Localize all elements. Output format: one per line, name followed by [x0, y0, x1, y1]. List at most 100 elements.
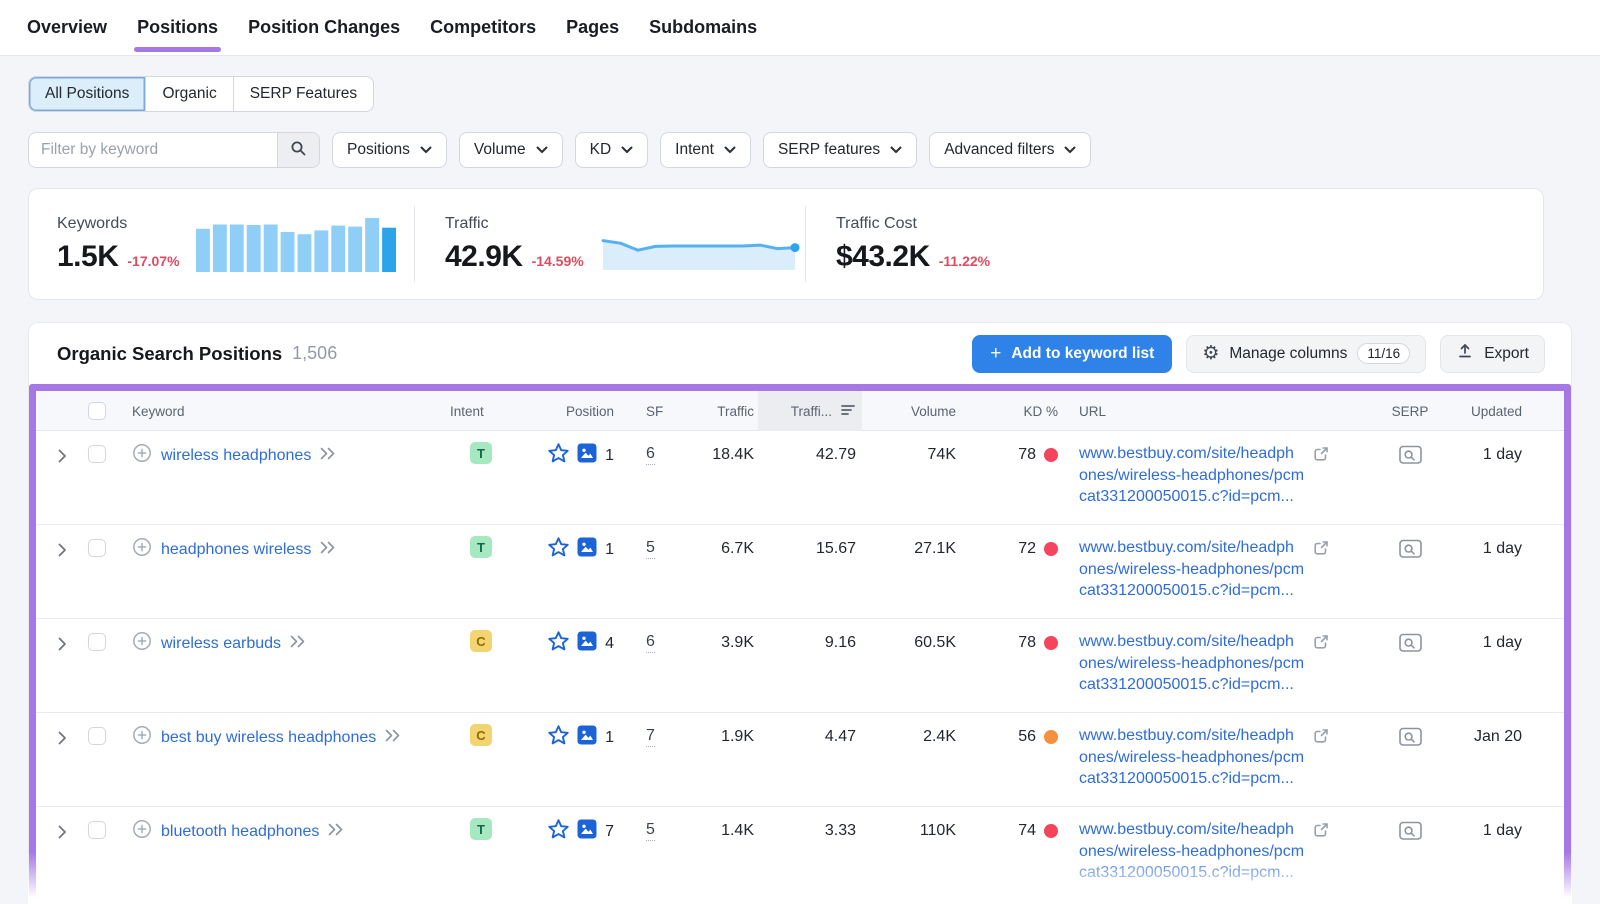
serp-features-count[interactable]: 6 — [646, 445, 655, 465]
star-serp-feature-icon — [548, 725, 569, 750]
positions-table-card: Organic Search Positions 1,506 + Add to … — [28, 322, 1572, 904]
external-link-icon[interactable] — [1312, 727, 1330, 750]
keyword-link[interactable]: best buy wireless headphones — [161, 729, 376, 747]
keyword-filter-input[interactable] — [29, 133, 277, 167]
add-to-keyword-list-button[interactable]: + Add to keyword list — [972, 335, 1172, 373]
double-chevron-icon[interactable] — [385, 729, 401, 747]
column-header-url[interactable]: URL — [1062, 404, 1372, 419]
row-checkbox[interactable] — [88, 539, 106, 557]
row-checkbox[interactable] — [88, 821, 106, 839]
url-link[interactable]: www.bestbuy.com/site/headphones/wireless… — [1079, 631, 1304, 696]
export-button[interactable]: Export — [1440, 335, 1545, 373]
column-header-position[interactable]: Position — [512, 404, 646, 419]
external-link-icon[interactable] — [1312, 633, 1330, 656]
tab-competitors[interactable]: Competitors — [430, 0, 536, 55]
filter-bar: Positions Volume KD Intent SERP features Adva… — [28, 132, 1572, 168]
search-icon — [290, 140, 307, 160]
segment-all-positions[interactable]: All Positions — [29, 77, 146, 111]
kd-value: 56 — [1018, 727, 1036, 747]
url-link[interactable]: www.bestbuy.com/site/headphones/wireless… — [1079, 443, 1304, 508]
manage-columns-button[interactable]: ⚙ Manage columns 11/16 — [1186, 335, 1426, 373]
table-row: wireless earbuds C 4 6 3.9K 9.16 60.5K 7… — [36, 619, 1564, 713]
double-chevron-icon[interactable] — [290, 635, 306, 653]
kd-difficulty-dot — [1044, 730, 1058, 744]
row-checkbox[interactable] — [88, 445, 106, 463]
filter-dropdown-advanced-filters[interactable]: Advanced filters — [929, 132, 1091, 168]
expand-row-chevron-icon[interactable] — [58, 638, 67, 655]
expand-row-chevron-icon[interactable] — [58, 450, 67, 467]
select-all-checkbox[interactable] — [88, 402, 106, 420]
column-header-sf[interactable]: SF — [646, 404, 692, 419]
tab-positions[interactable]: Positions — [137, 0, 218, 55]
column-header-traffic-percent[interactable]: Traffi... — [758, 391, 862, 431]
expand-row-chevron-icon[interactable] — [58, 826, 67, 843]
row-checkbox[interactable] — [88, 727, 106, 745]
column-header-intent[interactable]: Intent — [450, 404, 512, 419]
tab-label: Overview — [27, 17, 107, 38]
stats-panel: Keywords 1.5K -17.07% Traffic 42.9K -14.… — [28, 188, 1544, 300]
double-chevron-icon[interactable] — [320, 447, 336, 465]
serp-preview-icon[interactable] — [1399, 445, 1422, 470]
external-link-icon[interactable] — [1312, 445, 1330, 468]
segment-organic[interactable]: Organic — [146, 77, 233, 111]
filter-dropdown-kd[interactable]: KD — [575, 132, 649, 168]
keyword-link[interactable]: headphones wireless — [161, 541, 311, 559]
expand-row-chevron-icon[interactable] — [58, 544, 67, 561]
serp-features-count[interactable]: 7 — [646, 727, 655, 747]
keyword-link[interactable]: bluetooth headphones — [161, 823, 319, 841]
row-checkbox[interactable] — [88, 633, 106, 651]
keyword-link[interactable]: wireless earbuds — [161, 635, 281, 653]
filter-dropdown-serp-features[interactable]: SERP features — [763, 132, 917, 168]
url-link[interactable]: www.bestbuy.com/site/headphones/wireless… — [1079, 725, 1304, 790]
kd-value: 72 — [1018, 539, 1036, 559]
url-link[interactable]: www.bestbuy.com/site/headphones/wireless… — [1079, 537, 1304, 602]
double-chevron-icon[interactable] — [320, 541, 336, 559]
column-header-updated[interactable]: Updated — [1448, 404, 1548, 419]
keyword-link[interactable]: wireless headphones — [161, 447, 311, 465]
tab-label: Positions — [137, 17, 218, 38]
serp-features-count[interactable]: 6 — [646, 633, 655, 653]
keyword-search-button[interactable] — [277, 133, 319, 167]
filter-dropdown-volume[interactable]: Volume — [459, 132, 563, 168]
serp-features-count[interactable]: 5 — [646, 539, 655, 559]
expand-row-chevron-icon[interactable] — [58, 732, 67, 749]
export-label: Export — [1484, 345, 1529, 363]
table-row: wireless headphones T 1 6 18.4K 42.79 74… — [36, 431, 1564, 525]
serp-preview-icon[interactable] — [1399, 727, 1422, 752]
tab-label: Subdomains — [649, 17, 757, 38]
tab-subdomains[interactable]: Subdomains — [649, 0, 757, 55]
tab-pages[interactable]: Pages — [566, 0, 619, 55]
double-chevron-icon[interactable] — [328, 823, 344, 841]
filter-dropdowns: Positions Volume KD Intent SERP features Adva… — [332, 132, 1091, 168]
keywords-stat: Keywords 1.5K -17.07% — [29, 215, 414, 274]
serp-preview-icon[interactable] — [1399, 633, 1422, 658]
url-link[interactable]: www.bestbuy.com/site/headphones/wireless… — [1079, 819, 1304, 884]
traffic-cost-change: -11.22% — [939, 253, 990, 269]
column-header-volume[interactable]: Volume — [862, 404, 962, 419]
serp-preview-icon[interactable] — [1399, 539, 1422, 564]
kd-value: 78 — [1018, 445, 1036, 465]
external-link-icon[interactable] — [1312, 539, 1330, 562]
serp-features-count[interactable]: 5 — [646, 821, 655, 841]
filter-dropdown-positions[interactable]: Positions — [332, 132, 447, 168]
dropdown-label: Intent — [675, 141, 714, 159]
tab-overview[interactable]: Overview — [27, 0, 107, 55]
column-header-traffic[interactable]: Traffic — [692, 404, 758, 419]
add-keyword-plus-icon[interactable] — [132, 631, 152, 656]
column-header-serp[interactable]: SERP — [1372, 404, 1448, 419]
column-header-keyword[interactable]: Keyword — [132, 404, 450, 419]
serp-preview-icon[interactable] — [1399, 821, 1422, 846]
volume-value: 27.1K — [862, 525, 962, 559]
segment-serp-features[interactable]: SERP Features — [234, 77, 373, 111]
add-keyword-plus-icon[interactable] — [132, 725, 152, 750]
tab-position-changes[interactable]: Position Changes — [248, 0, 400, 55]
external-link-icon[interactable] — [1312, 821, 1330, 844]
add-keyword-plus-icon[interactable] — [132, 443, 152, 468]
add-keyword-plus-icon[interactable] — [132, 537, 152, 562]
filter-dropdown-intent[interactable]: Intent — [660, 132, 751, 168]
add-keyword-plus-icon[interactable] — [132, 819, 152, 844]
dropdown-label: Advanced filters — [944, 141, 1054, 159]
keywords-change: -17.07% — [127, 253, 179, 269]
column-header-kd[interactable]: KD % — [962, 404, 1062, 419]
table-row-count: 1,506 — [292, 343, 337, 364]
